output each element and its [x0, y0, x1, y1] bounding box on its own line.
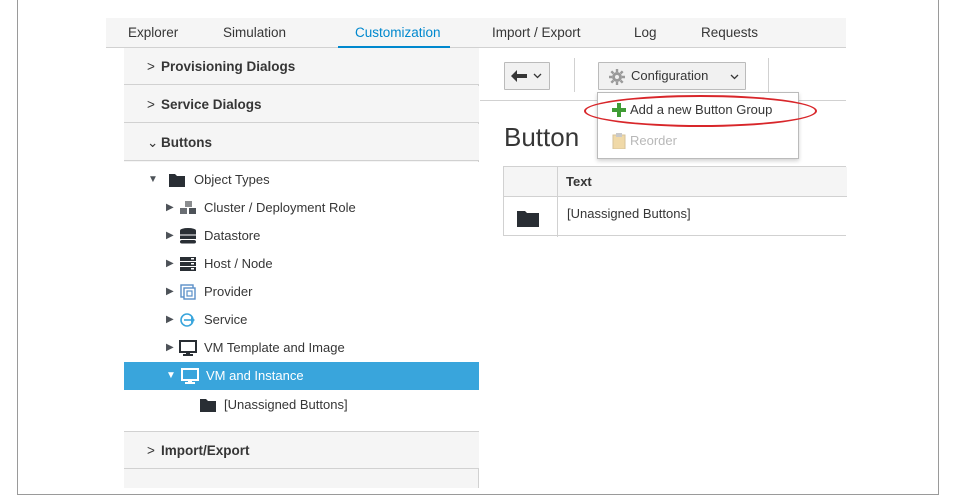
- toolbar-separator: [574, 58, 575, 92]
- tree-node-host[interactable]: ▶ Host / Node: [124, 250, 479, 278]
- chevron-down-icon: ⌄: [147, 135, 159, 150]
- gear-icon: [609, 69, 625, 85]
- accordion-label: Buttons: [161, 135, 212, 150]
- clipboard-icon: [612, 133, 626, 149]
- caret-down-icon: ▼: [166, 370, 176, 381]
- configuration-button[interactable]: Configuration: [598, 62, 746, 90]
- tree-node-vm-instance[interactable]: ▼ VM and Instance: [124, 362, 479, 390]
- configuration-label: Configuration: [631, 68, 709, 83]
- accordion-label: Service Dialogs: [161, 97, 262, 112]
- caret-right-icon: ▶: [166, 258, 174, 269]
- tree-node-label: Cluster / Deployment Role: [204, 200, 356, 215]
- tree-node-datastore[interactable]: ▶ Datastore: [124, 222, 479, 250]
- accordion-label: Provisioning Dialogs: [161, 59, 296, 74]
- back-button[interactable]: [504, 62, 550, 90]
- button-groups-table: Text [Unassigned Buttons]: [503, 166, 847, 237]
- tree-node-provider[interactable]: ▶ Provider: [124, 278, 479, 306]
- tree-node-object-types[interactable]: ▼ Object Types: [124, 166, 479, 194]
- host-icon: [180, 257, 196, 271]
- monitor-icon: [179, 340, 197, 356]
- accordion-label: Import/Export: [161, 443, 250, 458]
- caret-right-icon: ▶: [166, 342, 174, 353]
- monitor-icon: [181, 368, 199, 384]
- tree-node-label: [Unassigned Buttons]: [224, 397, 348, 412]
- tab-simulation[interactable]: Simulation: [223, 18, 286, 48]
- tree-node-label: Host / Node: [204, 256, 273, 271]
- folder-icon: [200, 399, 216, 412]
- tree-node-service[interactable]: ▶ Service: [124, 306, 479, 334]
- tree-node-label: Datastore: [204, 228, 261, 243]
- folder-icon: [517, 211, 539, 227]
- table-row[interactable]: [Unassigned Buttons]: [504, 197, 847, 237]
- caret-right-icon: ▶: [166, 202, 174, 213]
- caret-right-icon: ▶: [166, 286, 174, 297]
- accordion-provisioning-dialogs[interactable]: > Provisioning Dialogs: [124, 48, 479, 85]
- tree-node-label: Service: [204, 312, 248, 327]
- column-header-text[interactable]: Text: [566, 167, 592, 197]
- buttons-tree: ▼ Object Types ▶ Cluster / Deployment Ro…: [124, 162, 479, 432]
- chevron-down-icon: [533, 73, 542, 79]
- tree-node-label: VM and Instance: [206, 368, 304, 383]
- page-title: Button Groups: [504, 122, 584, 152]
- tab-log[interactable]: Log: [634, 18, 657, 48]
- tab-customization[interactable]: Customization: [355, 18, 441, 48]
- chevron-right-icon: >: [147, 59, 155, 74]
- tab-import-export[interactable]: Import / Export: [492, 18, 581, 48]
- tree-node-label: Object Types: [194, 172, 270, 187]
- toolbar-separator: [768, 58, 769, 92]
- folder-icon: [169, 174, 185, 187]
- tree-node-label: Provider: [204, 284, 253, 299]
- table-cell-text: [Unassigned Buttons]: [567, 206, 691, 221]
- chevron-right-icon: >: [147, 443, 155, 458]
- tree-node-unassigned-buttons[interactable]: [Unassigned Buttons]: [124, 391, 479, 419]
- accordion-import-export[interactable]: > Import/Export: [124, 432, 479, 469]
- service-icon: [180, 313, 195, 327]
- cluster-icon: [180, 201, 196, 214]
- chevron-down-icon: [730, 74, 739, 80]
- accordion-service-dialogs[interactable]: > Service Dialogs: [124, 86, 479, 123]
- provider-icon: [180, 284, 196, 300]
- tree-node-label: VM Template and Image: [204, 340, 345, 355]
- tree-node-vm-template[interactable]: ▶ VM Template and Image: [124, 334, 479, 362]
- top-navigation: Explorer Simulation Customization Import…: [106, 18, 846, 48]
- left-accordion: > Provisioning Dialogs > Service Dialogs ⌄…: [124, 48, 479, 488]
- caret-right-icon: ▶: [166, 314, 174, 325]
- caret-right-icon: ▶: [166, 230, 174, 241]
- table-header: Text: [504, 167, 847, 197]
- tree-node-cluster[interactable]: ▶ Cluster / Deployment Role: [124, 194, 479, 222]
- tab-explorer[interactable]: Explorer: [128, 18, 178, 48]
- caret-down-icon: ▼: [148, 174, 158, 185]
- tab-requests[interactable]: Requests: [701, 18, 758, 48]
- datastore-icon: [180, 228, 196, 244]
- accordion-buttons[interactable]: ⌄ Buttons: [124, 124, 479, 161]
- annotation-highlight-ellipse: [584, 95, 817, 127]
- arrow-left-icon: [511, 70, 527, 82]
- chevron-right-icon: >: [147, 97, 155, 112]
- menu-item-label: Reorder: [630, 133, 677, 148]
